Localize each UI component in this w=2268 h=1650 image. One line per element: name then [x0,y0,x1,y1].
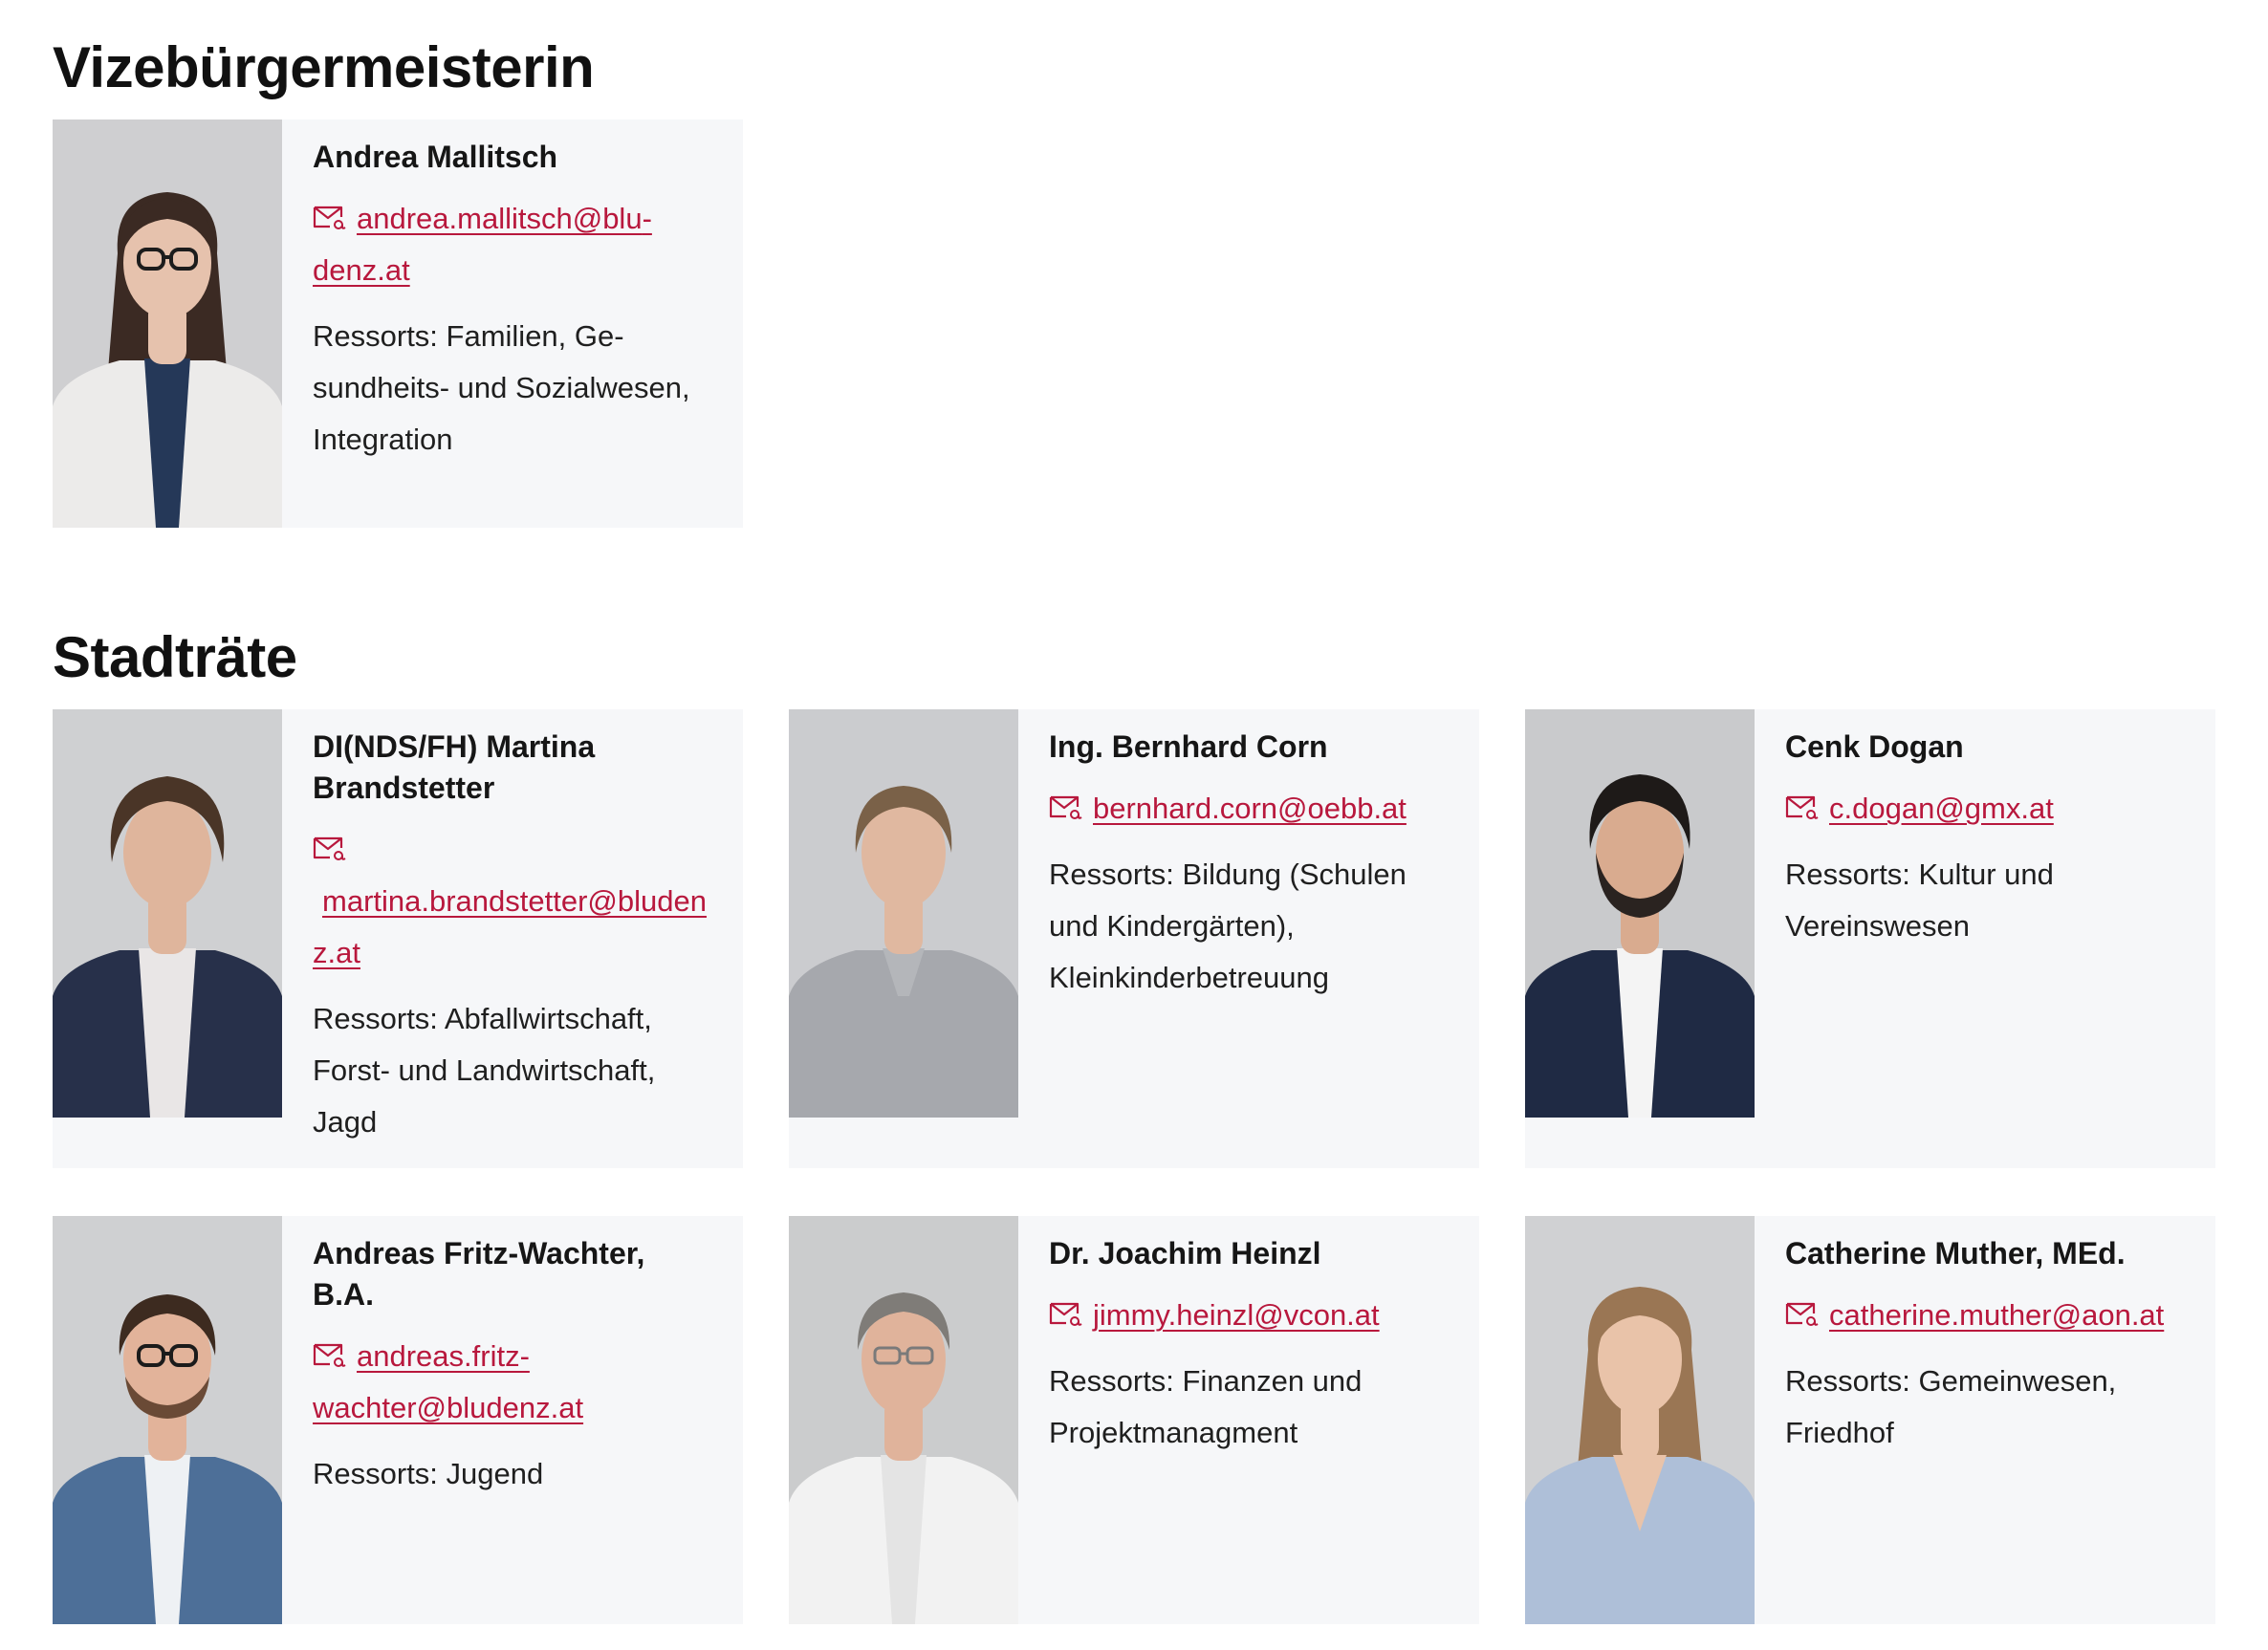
ressorts-text: Ressorts: Gemeinwesen, Friedhof [1785,1364,2117,1449]
member-grid: DI(NDS/FH) Martina Brandstetter martina.… [53,709,2215,1624]
member-details: Cenk Dogan c.dogan@gmx.at Ressorts: Kult… [1755,709,2215,966]
member-details: Andreas Fritz-Wachter, B.A. andreas.frit… [282,1216,743,1514]
member-details: Catherine Muther, MEd. catherine.muther@… [1755,1216,2215,1473]
portrait-photo [1525,709,1755,1118]
portrait-photo [53,709,282,1118]
member-card: Catherine Muther, MEd. catherine.muther@… [1525,1216,2215,1624]
email-row: catherine.muther@aon.at [1785,1290,2181,1341]
portrait-photo [1525,1216,1755,1624]
member-name: Andrea Mallitsch [313,140,558,174]
member-card: Andrea Mallitsch andrea.mallitsch@blu­de… [53,119,743,528]
email-row: andrea.mallitsch@blu­denz.at [313,193,709,296]
email-link[interactable]: andrea.mallitsch@blu­denz.at [313,202,652,287]
email-link[interactable]: jimmy.heinzl@vcon.at [1049,1298,1380,1332]
email-link[interactable]: andreas.fritz-wachter@bludenz.at [313,1339,583,1424]
ressorts-text: Ressorts: Finanzen und Projektmanagment [1049,1364,1363,1449]
member-card: Dr. Joachim Heinzl jimmy.heinzl@vcon.at … [789,1216,1479,1624]
section-heading-stadtraete: Stadträte [53,625,297,689]
email-row: c.dogan@gmx.at [1785,783,2181,835]
mail-icon[interactable] [1049,794,1083,821]
portrait-photo [789,709,1018,1118]
ressorts-text: Ressorts: Abfallwirtschaft, Forst- und L… [313,1002,656,1139]
member-details: Ing. Bernhard Corn bernhard.corn@oeb­b.a… [1018,709,1479,1018]
mail-icon[interactable] [313,205,347,231]
email-link[interactable]: catherine.muther@aon.at [1785,1298,2164,1332]
email-row: bernhard.corn@oeb­b.at [1049,783,1445,835]
mail-icon[interactable] [313,836,347,862]
email-row: jimmy.heinzl@vcon.at [1049,1290,1445,1341]
member-card: Ing. Bernhard Corn bernhard.corn@oeb­b.a… [789,709,1479,1168]
ressorts-text: Ressorts: Bildung (Schu­len und Kindergä… [1049,858,1407,994]
member-name: Cenk Dogan [1785,729,1964,764]
member-card: Andreas Fritz-Wachter, B.A. andreas.frit… [53,1216,743,1624]
mail-icon[interactable] [1785,794,1820,821]
email-address[interactable]: andrea.mallitsch@blu­denz.at [313,202,652,287]
email-address[interactable]: catherine.muther@aon.at [1829,1298,2164,1332]
member-name: Ing. Bernhard Corn [1049,729,1328,764]
email-link[interactable]: martina.brandstetter@bludenz.at [313,833,707,969]
email-row: andreas.fritz-wachter@bludenz.at [313,1331,709,1434]
portrait-photo [53,1216,282,1624]
ressorts-text: Ressorts: Jugend [313,1457,544,1490]
mail-icon[interactable] [1049,1301,1083,1328]
email-address[interactable]: martina.brandstetter@bludenz.at [313,884,707,969]
ressorts-text: Ressorts: Kultur und Vereinswesen [1785,858,2054,943]
email-address[interactable]: andreas.fritz-wachter@bludenz.at [313,1339,583,1424]
ressorts-text: Ressorts: Familien, Ge­sundheits- und So… [313,319,690,456]
mail-icon[interactable] [313,1342,347,1369]
portrait-photo [789,1216,1018,1624]
member-card: DI(NDS/FH) Martina Brandstetter martina.… [53,709,743,1168]
email-address[interactable]: jimmy.heinzl@vcon.at [1093,1298,1380,1332]
member-name: Dr. Joachim Heinzl [1049,1236,1321,1270]
mail-icon[interactable] [1785,1301,1820,1328]
member-name: DI(NDS/FH) Martina Brandstetter [313,729,596,805]
email-row: martina.brandstetter@bludenz.at [313,824,709,979]
portrait-photo [53,119,282,528]
member-name: Catherine Muther, MEd. [1785,1236,2126,1270]
member-details: DI(NDS/FH) Martina Brandstetter martina.… [282,709,743,1162]
portrait-face [123,797,211,908]
email-address[interactable]: c.dogan@gmx.at [1829,792,2054,825]
email-link[interactable]: c.dogan@gmx.at [1785,792,2054,825]
email-link[interactable]: bernhard.corn@oeb­b.at [1049,792,1407,825]
member-details: Dr. Joachim Heinzl jimmy.heinzl@vcon.at … [1018,1216,1479,1473]
member-name: Andreas Fritz-Wachter, B.A. [313,1236,645,1312]
member-card: Cenk Dogan c.dogan@gmx.at Ressorts: Kult… [1525,709,2215,1168]
section-heading-vizebuergermeisterin: Vizebürgermeisterin [53,35,595,99]
email-address[interactable]: bernhard.corn@oeb­b.at [1093,792,1407,825]
member-details: Andrea Mallitsch andrea.mallitsch@blu­de… [282,119,743,480]
